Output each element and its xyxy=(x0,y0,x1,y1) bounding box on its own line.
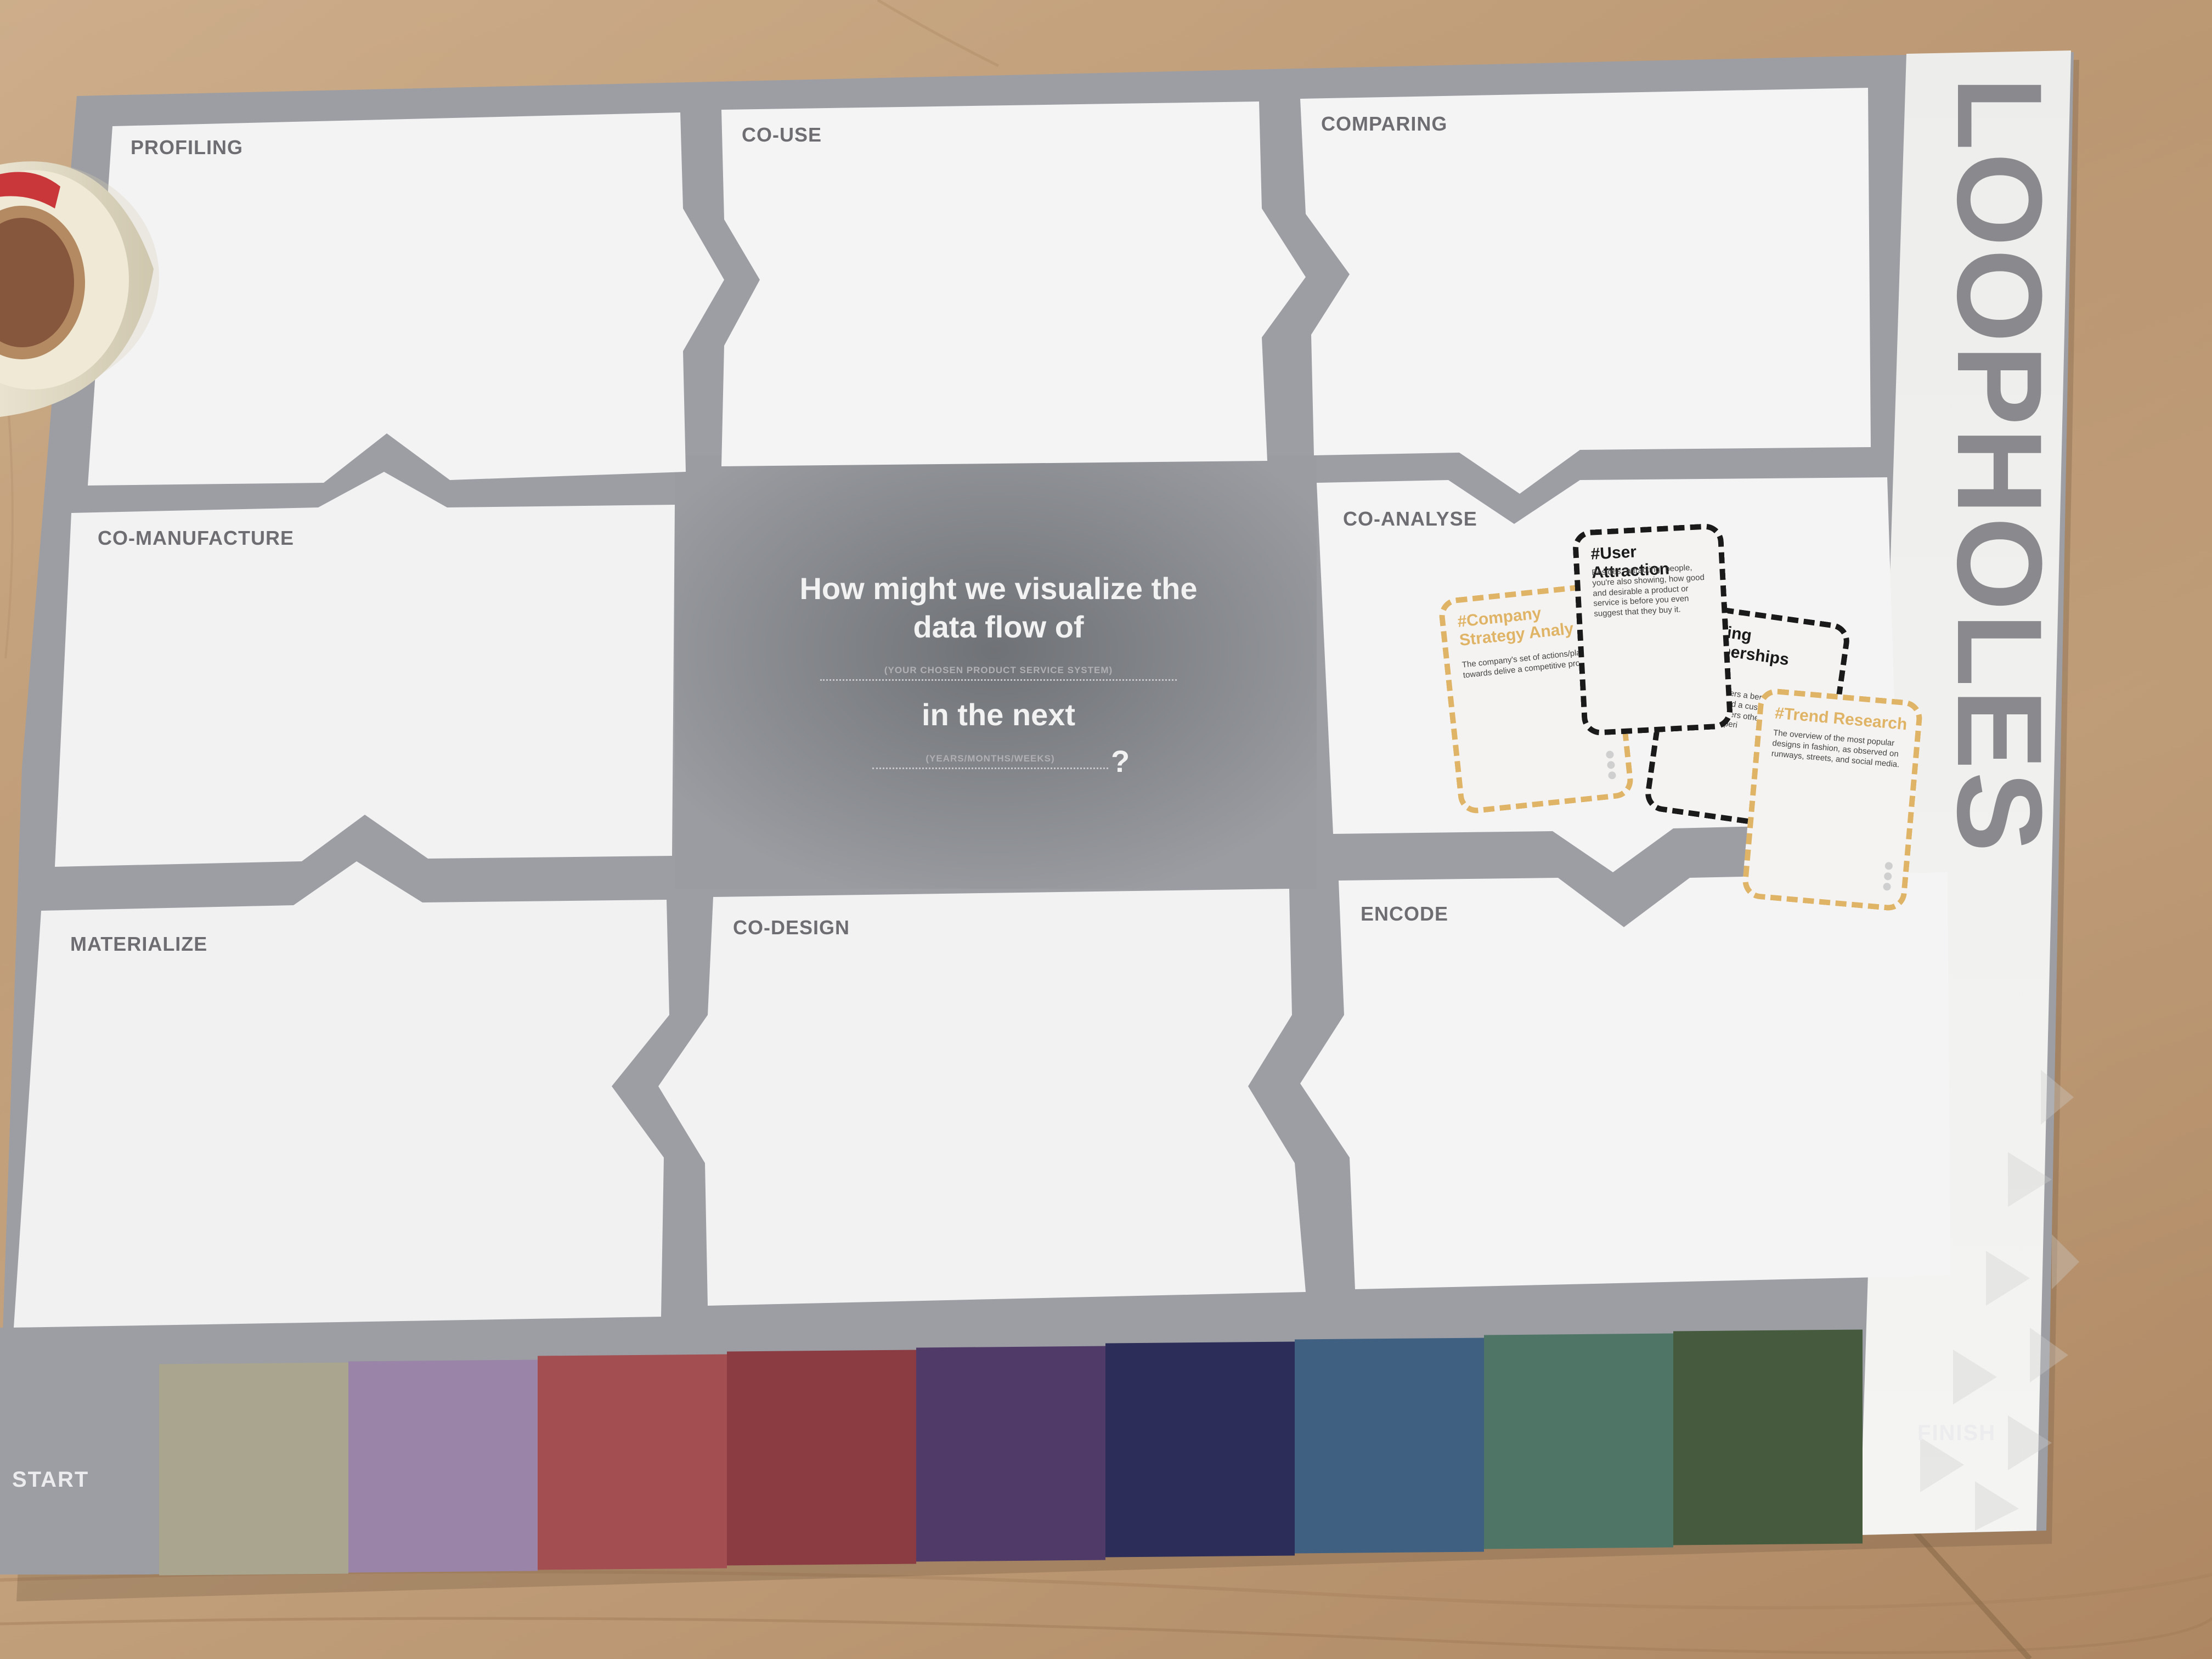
timeline-swatch-1 xyxy=(159,1362,348,1576)
panel-materialize xyxy=(14,861,669,1328)
card-dots-icon xyxy=(1882,859,1894,891)
stage-label-comparing: COMPARING xyxy=(1321,112,1448,135)
card-dots-icon xyxy=(1605,748,1617,780)
question-line-3: in the next xyxy=(921,697,1076,732)
timeline-swatch-2 xyxy=(348,1359,538,1573)
timeframe-hint: (YEARS/MONTHS/WEEKS) xyxy=(872,753,1108,769)
timeline-start-label: START xyxy=(12,1468,89,1492)
panel-co-design xyxy=(658,889,1306,1306)
timeline-swatch-4 xyxy=(727,1350,916,1566)
timeline-swatch-3 xyxy=(538,1354,727,1570)
card-description: The overview of the most popular designs… xyxy=(1771,728,1900,769)
stage-label-encode: ENCODE xyxy=(1361,902,1449,925)
product-system-hint: (YOUR CHOSEN PRODUCT SERVICE SYSTEM) xyxy=(820,665,1177,681)
stage-label-materialize: MATERIALIZE xyxy=(70,933,208,955)
stage-label-co-use: CO-USE xyxy=(742,123,822,146)
timeline-swatch-8 xyxy=(1484,1333,1673,1549)
brand-title-text: LOOPHOLES xyxy=(1932,77,2067,855)
timeline-swatch-5 xyxy=(916,1346,1105,1562)
card-trend-research[interactable]: #Trend Research The overview of the most… xyxy=(1741,687,1924,912)
brand-title: LOOPHOLES xyxy=(1932,77,2067,854)
stage-label-co-analyse: CO-ANALYSE xyxy=(1343,507,1477,530)
stage-label-co-manufacture: CO-MANUFACTURE xyxy=(98,527,294,549)
stage-label-co-design: CO-DESIGN xyxy=(733,916,850,939)
timeline-swatch-6 xyxy=(1105,1341,1295,1558)
panel-comparing xyxy=(1300,88,1871,494)
panel-profiling xyxy=(88,112,724,486)
card-description: Besides "attracting" people, you're also… xyxy=(1591,563,1705,619)
tape-roll xyxy=(0,161,159,417)
question-line-1: How might we visualize the xyxy=(799,571,1198,606)
question-line-2: data flow of xyxy=(913,610,1084,644)
timeline-swatch-7 xyxy=(1295,1338,1484,1554)
card-user-attraction[interactable]: #User Attraction Besides "attracting" pe… xyxy=(1572,523,1734,736)
timeline-finish-label: FINISH xyxy=(1917,1421,1996,1445)
timeline-swatch-9 xyxy=(1673,1329,1863,1545)
question-mark: ? xyxy=(1111,744,1130,778)
panel-co-use xyxy=(721,101,1306,466)
panel-encode xyxy=(1300,872,1950,1289)
